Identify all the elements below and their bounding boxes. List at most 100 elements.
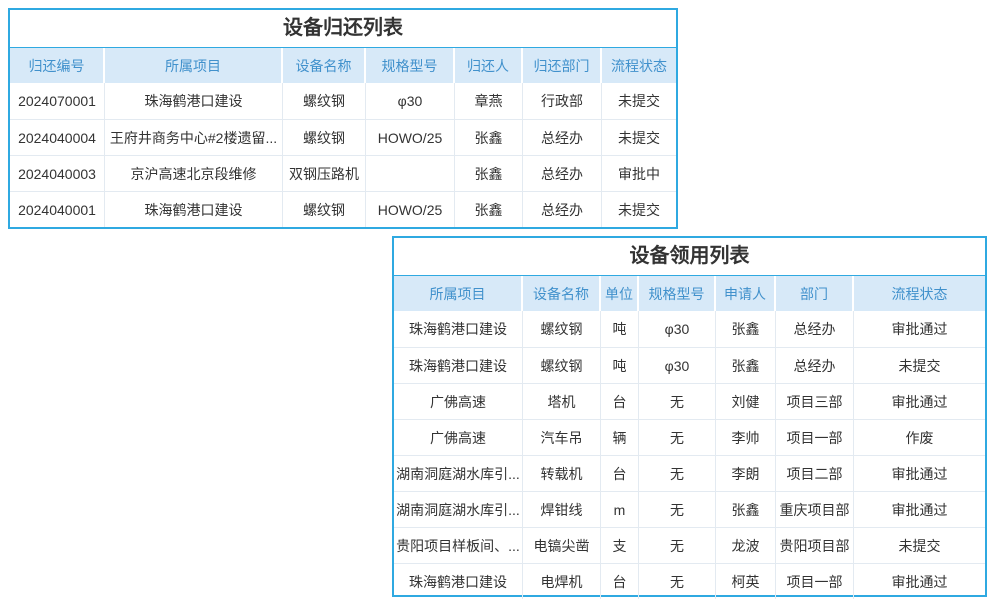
table-row: 2024070001珠海鹤港口建设螺纹钢φ30章燕行政部未提交: [10, 83, 676, 119]
cell-text: 审批中: [602, 155, 676, 191]
status-text: 审批通过: [854, 563, 985, 599]
link-cell[interactable]: 张鑫: [716, 311, 776, 347]
status-text: 审批通过: [854, 311, 985, 347]
return-table-header-row: 归还编号所属项目设备名称规格型号归还人归还部门流程状态: [10, 48, 676, 83]
cell-text: 总经办: [776, 347, 854, 383]
cell-text: φ30: [639, 311, 716, 347]
link-cell[interactable]: 张鑫: [716, 347, 776, 383]
status-text: 未提交: [854, 527, 985, 563]
cell-text: 2024070001: [10, 83, 105, 119]
cell-text: 项目二部: [776, 455, 854, 491]
cell-text: 2024040001: [10, 191, 105, 227]
cell-text: 广佛高速: [394, 419, 523, 455]
cell-text: φ30: [639, 347, 716, 383]
cell-text: 湖南洞庭湖水库引...: [394, 491, 523, 527]
cell-text: HOWO/25: [366, 191, 455, 227]
cell-text: 珠海鹤港口建设: [394, 311, 523, 347]
cell-text: 支: [601, 527, 639, 563]
link-cell[interactable]: 柯英: [716, 563, 776, 599]
column-header: 部门: [776, 276, 854, 311]
cell-text: 珠海鹤港口建设: [105, 83, 283, 119]
cell-text: 无: [639, 527, 716, 563]
table-row: 湖南洞庭湖水库引...焊钳线m无张鑫重庆项目部审批通过: [394, 491, 985, 527]
equipment-return-title: 设备归还列表: [10, 10, 676, 48]
table-row: 广佛高速塔机台无刘健项目三部审批通过: [394, 383, 985, 419]
table-row: 贵阳项目样板间、...电镐尖凿支无龙波贵阳项目部未提交: [394, 527, 985, 563]
cell-text: 双钢压路机: [283, 155, 366, 191]
cell-text: 珠海鹤港口建设: [394, 563, 523, 599]
cell-text: 张鑫: [455, 119, 523, 155]
link-cell[interactable]: 转载机: [523, 455, 601, 491]
cell-text: 总经办: [776, 311, 854, 347]
link-cell[interactable]: 汽车吊: [523, 419, 601, 455]
table-row: 2024040003京沪高速北京段维修双钢压路机张鑫总经办审批中: [10, 155, 676, 191]
cell-text: [366, 155, 455, 191]
column-header: 归还编号: [10, 48, 105, 83]
table-row: 湖南洞庭湖水库引...转载机台无李朗项目二部审批通过: [394, 455, 985, 491]
equipment-return-panel: 设备归还列表 归还编号所属项目设备名称规格型号归还人归还部门流程状态 20240…: [8, 8, 678, 229]
link-cell[interactable]: 电镐尖凿: [523, 527, 601, 563]
cell-text: 行政部: [523, 83, 602, 119]
link-cell[interactable]: 张鑫: [716, 491, 776, 527]
cell-text: 未提交: [602, 191, 676, 227]
link-cell[interactable]: 刘健: [716, 383, 776, 419]
link-cell[interactable]: 螺纹钢: [523, 311, 601, 347]
table-row: 2024040001珠海鹤港口建设螺纹钢HOWO/25张鑫总经办未提交: [10, 191, 676, 227]
link-cell[interactable]: 塔机: [523, 383, 601, 419]
table-row: 广佛高速汽车吊辆无李帅项目一部作废: [394, 419, 985, 455]
table-row: 珠海鹤港口建设电焊机台无柯英项目一部审批通过: [394, 563, 985, 599]
cell-text: 贵阳项目样板间、...: [394, 527, 523, 563]
cell-text: 吨: [601, 311, 639, 347]
link-cell[interactable]: 李朗: [716, 455, 776, 491]
cell-text: 湖南洞庭湖水库引...: [394, 455, 523, 491]
equipment-requisition-panel: 设备领用列表 所属项目设备名称单位规格型号申请人部门流程状态 珠海鹤港口建设螺纹…: [392, 236, 987, 597]
link-cell[interactable]: 焊钳线: [523, 491, 601, 527]
column-header: 设备名称: [283, 48, 366, 83]
link-cell[interactable]: 李帅: [716, 419, 776, 455]
cell-text: 贵阳项目部: [776, 527, 854, 563]
cell-text: 台: [601, 455, 639, 491]
cell-text: 珠海鹤港口建设: [394, 347, 523, 383]
table-row: 2024040004王府井商务中心#2楼遗留...螺纹钢HOWO/25张鑫总经办…: [10, 119, 676, 155]
cell-text: 吨: [601, 347, 639, 383]
cell-text: 总经办: [523, 191, 602, 227]
equipment-requisition-table: 所属项目设备名称单位规格型号申请人部门流程状态 珠海鹤港口建设螺纹钢吨φ30张鑫…: [394, 276, 985, 599]
equipment-return-table: 归还编号所属项目设备名称规格型号归还人归还部门流程状态 2024070001珠海…: [10, 48, 676, 227]
cell-text: 项目三部: [776, 383, 854, 419]
status-text: 审批通过: [854, 455, 985, 491]
cell-text: 2024040003: [10, 155, 105, 191]
status-text: 未提交: [854, 347, 985, 383]
column-header: 规格型号: [366, 48, 455, 83]
cell-text: 总经办: [523, 119, 602, 155]
cell-text: m: [601, 491, 639, 527]
column-header: 归还部门: [523, 48, 602, 83]
equipment-requisition-title: 设备领用列表: [394, 238, 985, 276]
cell-text: 王府井商务中心#2楼遗留...: [105, 119, 283, 155]
cell-text: 台: [601, 563, 639, 599]
column-header: 流程状态: [602, 48, 676, 83]
status-text: 审批通过: [854, 491, 985, 527]
link-cell[interactable]: 螺纹钢: [523, 347, 601, 383]
cell-text: 京沪高速北京段维修: [105, 155, 283, 191]
cell-text: 无: [639, 563, 716, 599]
column-header: 单位: [601, 276, 639, 311]
cell-text: 螺纹钢: [283, 191, 366, 227]
table-row: 珠海鹤港口建设螺纹钢吨φ30张鑫总经办审批通过: [394, 311, 985, 347]
cell-text: 珠海鹤港口建设: [105, 191, 283, 227]
cell-text: φ30: [366, 83, 455, 119]
cell-text: 台: [601, 383, 639, 419]
requisition-table-header-row: 所属项目设备名称单位规格型号申请人部门流程状态: [394, 276, 985, 311]
cell-text: 螺纹钢: [283, 83, 366, 119]
status-text: 审批通过: [854, 383, 985, 419]
cell-text: 未提交: [602, 83, 676, 119]
cell-text: HOWO/25: [366, 119, 455, 155]
cell-text: 张鑫: [455, 191, 523, 227]
link-cell[interactable]: 电焊机: [523, 563, 601, 599]
column-header: 流程状态: [854, 276, 985, 311]
link-cell[interactable]: 龙波: [716, 527, 776, 563]
column-header: 规格型号: [639, 276, 716, 311]
status-text: 作废: [854, 419, 985, 455]
column-header: 设备名称: [523, 276, 601, 311]
cell-text: 项目一部: [776, 419, 854, 455]
cell-text: 未提交: [602, 119, 676, 155]
